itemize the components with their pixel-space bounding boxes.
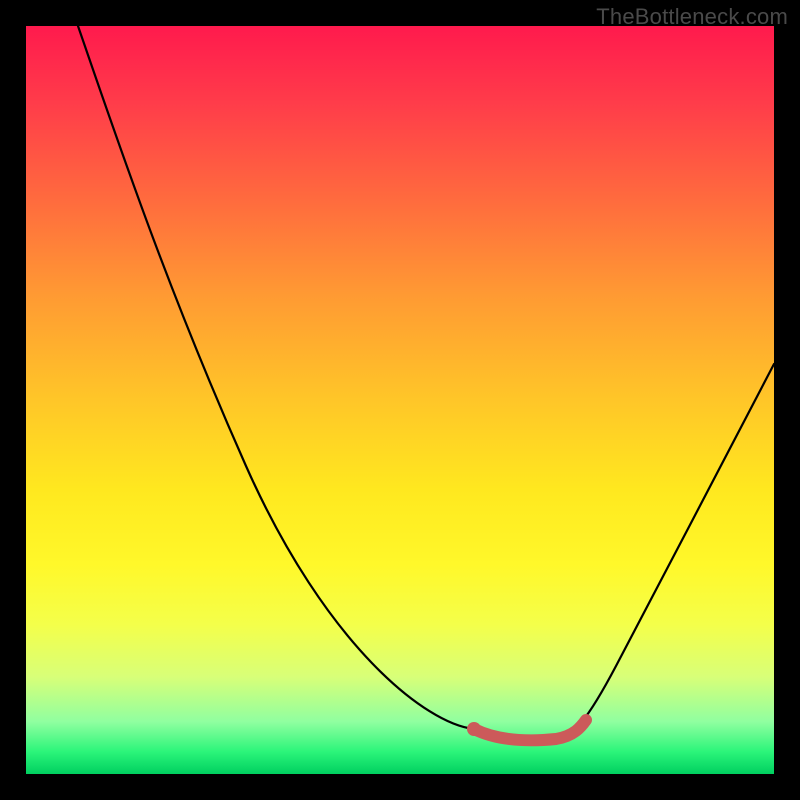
chart-frame: TheBottleneck.com bbox=[0, 0, 800, 800]
watermark-text: TheBottleneck.com bbox=[596, 4, 788, 30]
gradient-plot-area bbox=[26, 26, 774, 774]
curve-path bbox=[78, 26, 774, 740]
bottleneck-curve-svg bbox=[26, 26, 774, 774]
optimal-range-path bbox=[474, 720, 586, 740]
